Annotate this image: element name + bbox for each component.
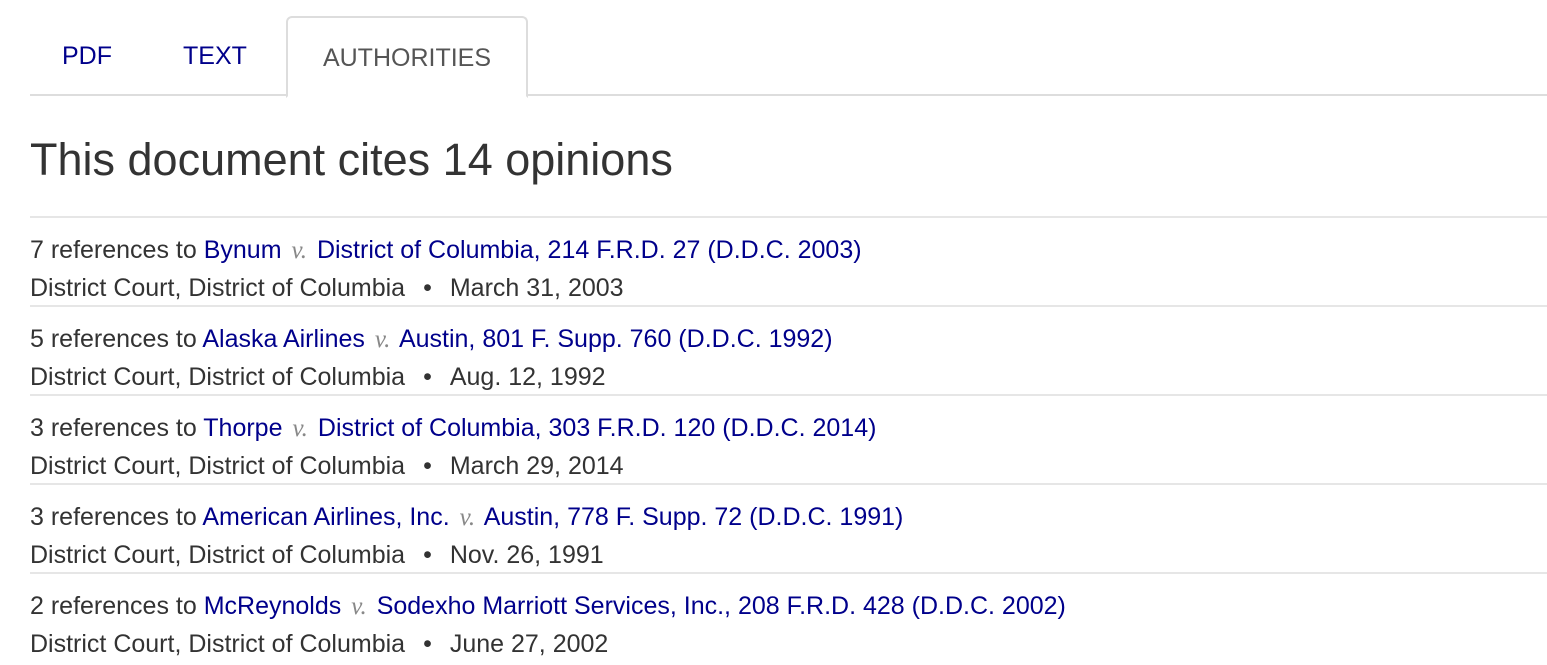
- reference-count: 3 references to: [30, 503, 197, 531]
- page-title: This document cites 14 opinions: [30, 134, 673, 185]
- decision-date: March 31, 2003: [449, 274, 624, 302]
- versus-label: v.: [291, 237, 307, 264]
- decision-date: March 29, 2014: [449, 452, 624, 480]
- versus-label: v.: [374, 326, 391, 353]
- court-name: District Court, District of Columbia: [30, 274, 406, 302]
- citation-meta-line: District Court, District of Columbia • Mar…: [30, 269, 1547, 307]
- bullet-separator: •: [423, 274, 432, 302]
- party-two-citation[interactable]: District of Columbia, 214 F.R.D. 27 (D.D…: [317, 236, 862, 264]
- party-one[interactable]: Bynum: [204, 236, 282, 264]
- citation-title-line: 5 references to Alaska Airlines v. Austi…: [30, 321, 1547, 358]
- party-two-citation[interactable]: Austin, 778 F. Supp. 72 (D.D.C. 1991): [484, 503, 904, 531]
- citations-list: 7 references to Bynum v. District of Col…: [30, 216, 1547, 661]
- citation-meta-line: District Court, District of Columbia • Mar…: [30, 447, 1547, 485]
- case-link[interactable]: Thorpe v. District of Columbia, 303 F.R.…: [203, 414, 876, 442]
- reference-count: 3 references to: [30, 414, 197, 442]
- court-name: District Court, District of Columbia: [30, 452, 406, 480]
- reference-count: 7 references to: [30, 236, 197, 264]
- reference-count: 2 references to: [30, 592, 197, 620]
- party-two-citation[interactable]: Austin, 801 F. Supp. 760 (D.D.C. 1992): [399, 325, 833, 353]
- bullet-separator: •: [423, 452, 432, 480]
- party-two-citation[interactable]: District of Columbia, 303 F.R.D. 120 (D.…: [318, 414, 877, 442]
- case-link[interactable]: Alaska Airlines v. Austin, 801 F. Supp. …: [202, 325, 832, 353]
- bullet-separator: •: [423, 363, 432, 391]
- party-one[interactable]: American Airlines, Inc.: [202, 503, 449, 531]
- citation-title-line: 3 references to Thorpe v. District of Co…: [30, 410, 1547, 447]
- tab-pdf[interactable]: PDF: [30, 16, 144, 96]
- case-link[interactable]: Bynum v. District of Columbia, 214 F.R.D…: [204, 236, 862, 264]
- versus-label: v.: [351, 593, 367, 620]
- party-one[interactable]: McReynolds: [204, 592, 342, 620]
- decision-date: Aug. 12, 1992: [449, 363, 606, 391]
- versus-label: v.: [292, 415, 308, 442]
- citation-meta-line: District Court, District of Columbia • Nov…: [30, 536, 1547, 574]
- case-link[interactable]: American Airlines, Inc. v. Austin, 778 F…: [202, 503, 903, 531]
- bullet-separator: •: [423, 630, 432, 658]
- decision-date: Nov. 26, 1991: [449, 541, 604, 569]
- court-name: District Court, District of Columbia: [30, 363, 406, 391]
- party-one[interactable]: Thorpe: [203, 414, 282, 442]
- versus-label: v.: [459, 504, 476, 531]
- citation-meta-line: District Court, District of Columbia • Jun…: [30, 625, 1547, 663]
- citation-meta-line: District Court, District of Columbia • Aug…: [30, 358, 1547, 396]
- citation-item: 3 references to Thorpe v. District of Co…: [30, 394, 1547, 483]
- citation-item: 7 references to Bynum v. District of Col…: [30, 216, 1547, 305]
- citation-title-line: 7 references to Bynum v. District of Col…: [30, 232, 1547, 269]
- court-name: District Court, District of Columbia: [30, 541, 406, 569]
- page: PDF TEXT AUTHORITIES This document cites…: [0, 0, 1547, 665]
- party-two-citation[interactable]: Sodexho Marriott Services, Inc., 208 F.R…: [377, 592, 1066, 620]
- tab-authorities[interactable]: AUTHORITIES: [286, 16, 528, 98]
- reference-count: 5 references to: [30, 325, 197, 353]
- citation-item: 2 references to McReynolds v. Sodexho Ma…: [30, 572, 1547, 661]
- citation-item: 5 references to Alaska Airlines v. Austi…: [30, 305, 1547, 394]
- citation-item: 3 references to American Airlines, Inc. …: [30, 483, 1547, 572]
- case-link[interactable]: McReynolds v. Sodexho Marriott Services,…: [204, 592, 1066, 620]
- citation-title-line: 2 references to McReynolds v. Sodexho Ma…: [30, 588, 1547, 625]
- court-name: District Court, District of Columbia: [30, 630, 406, 658]
- party-one[interactable]: Alaska Airlines: [202, 325, 365, 353]
- bullet-separator: •: [423, 541, 432, 569]
- tab-text[interactable]: TEXT: [151, 16, 279, 96]
- decision-date: June 27, 2002: [449, 630, 609, 658]
- citation-title-line: 3 references to American Airlines, Inc. …: [30, 499, 1547, 536]
- document-tabs: PDF TEXT AUTHORITIES: [30, 16, 1547, 98]
